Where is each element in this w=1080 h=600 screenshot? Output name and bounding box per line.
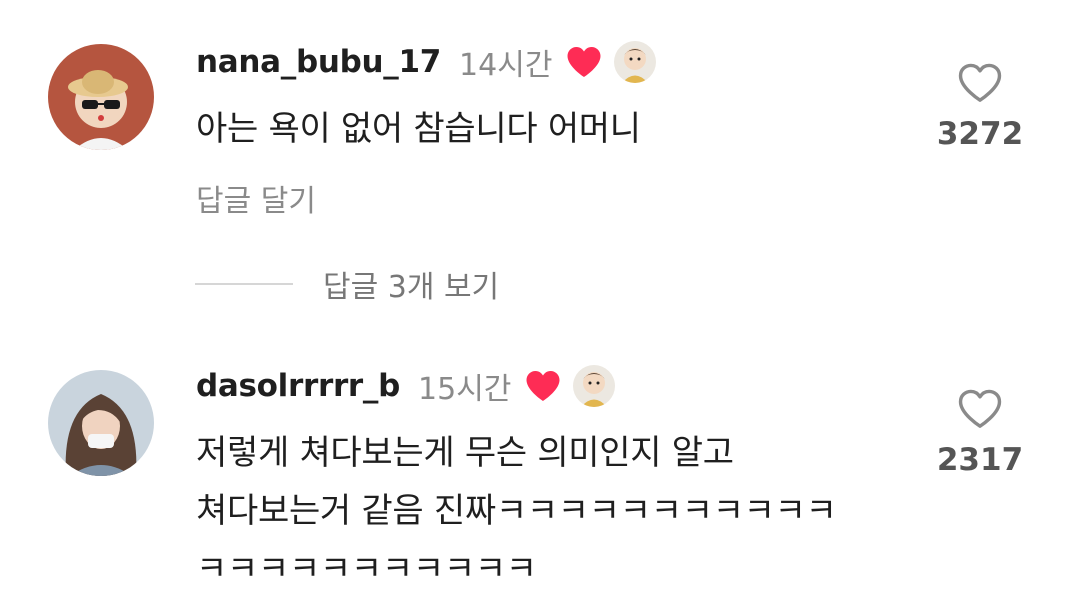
reply-button[interactable]: 답글 달기	[196, 176, 316, 220]
heart-outline-icon[interactable]	[957, 388, 1003, 430]
timestamp: 14시간	[459, 48, 553, 83]
comment-header: dasolrrrrr_b 15시간	[196, 364, 616, 408]
creator-avatar	[573, 365, 616, 407]
comment-text: 저렇게 쳐다보는게 무슨 의미인지 알고 쳐다보는거 같음 진짜ㅋㅋㅋㅋㅋㅋㅋㅋ…	[196, 424, 837, 598]
like-button[interactable]: 3272	[920, 62, 1040, 152]
timestamp: 15시간	[418, 372, 512, 407]
commenter-avatar[interactable]	[48, 44, 154, 150]
heart-outline-icon[interactable]	[957, 62, 1003, 104]
comment-line: 아는 욕이 없어 참습니다 어머니	[196, 109, 641, 149]
view-replies-label[interactable]: 답글 3개 보기	[323, 262, 499, 306]
creator-avatar	[614, 41, 657, 83]
divider-line	[195, 283, 293, 285]
comments-panel: nana_bubu_17 14시간 아는 욕이 없어 참습니다 어머니 답글 달…	[0, 0, 1080, 600]
comment-text: 아는 욕이 없어 참습니다 어머니	[196, 100, 641, 158]
like-count: 2317	[936, 442, 1024, 478]
comment-line: ㅋㅋㅋㅋㅋㅋㅋㅋㅋㅋㅋ	[196, 549, 537, 589]
username[interactable]: dasolrrrrr_b	[196, 368, 400, 404]
like-count: 3272	[936, 116, 1024, 152]
view-replies-button[interactable]: 답글 3개 보기	[195, 262, 499, 306]
like-button[interactable]: 2317	[920, 388, 1040, 478]
heart-filled-icon	[525, 369, 561, 403]
comment-line: 쳐다보는거 같음 진짜ㅋㅋㅋㅋㅋㅋㅋㅋㅋㅋㅋ	[196, 491, 837, 531]
comment-line: 저렇게 쳐다보는게 무슨 의미인지 알고	[196, 433, 734, 473]
comment-header: nana_bubu_17 14시간	[196, 40, 657, 84]
commenter-avatar[interactable]	[48, 370, 154, 476]
username[interactable]: nana_bubu_17	[196, 44, 441, 80]
heart-filled-icon	[566, 45, 602, 79]
